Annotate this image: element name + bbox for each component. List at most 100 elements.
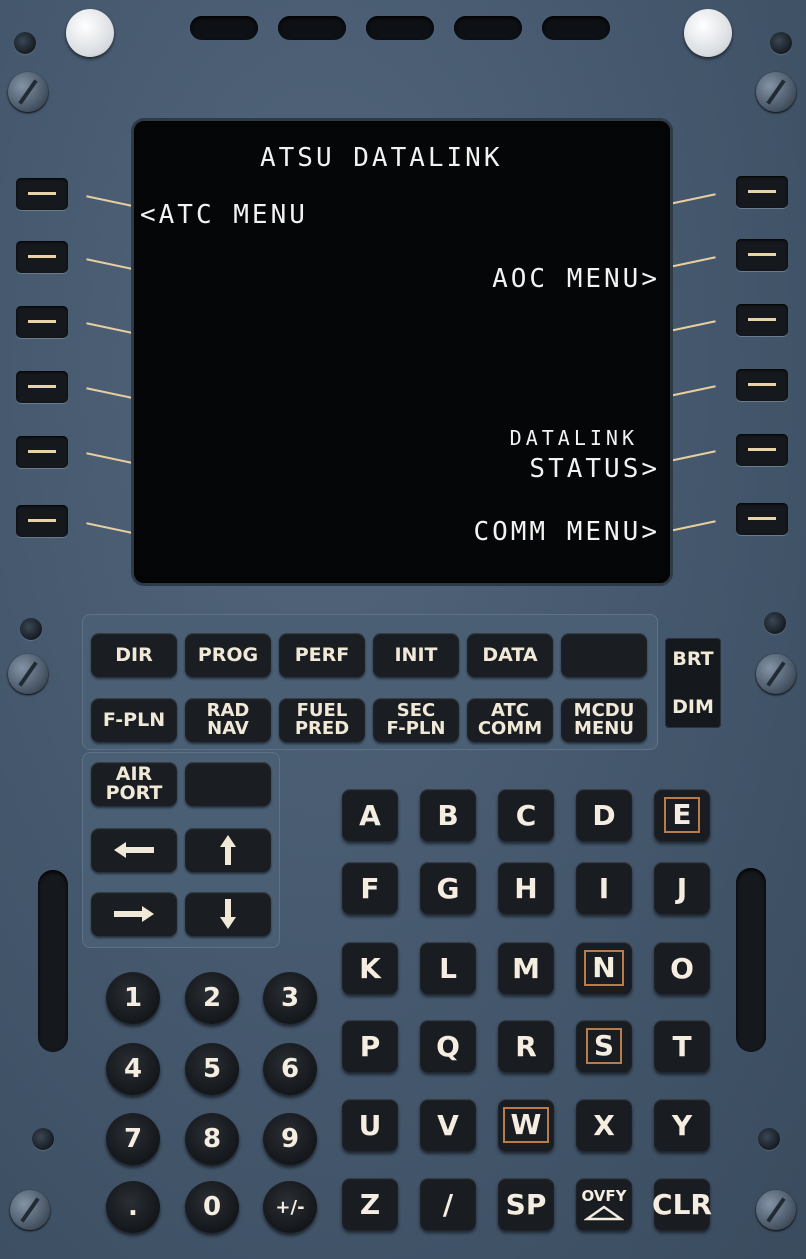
key-i[interactable]: I — [576, 862, 632, 914]
screw-icon — [756, 72, 796, 112]
key-3[interactable]: 3 — [263, 972, 317, 1024]
key-j[interactable]: J — [654, 862, 710, 914]
atc-comm-key[interactable]: ATC COMM — [467, 698, 553, 742]
key-slash[interactable]: / — [420, 1178, 476, 1230]
key-label-line2: MENU — [574, 718, 634, 739]
key-7[interactable]: 7 — [106, 1113, 160, 1165]
key-g[interactable]: G — [420, 862, 476, 914]
rad-nav-key[interactable]: RAD NAV — [185, 698, 271, 742]
key-8[interactable]: 8 — [185, 1113, 239, 1165]
lsk-3l[interactable] — [16, 306, 68, 338]
scroll-up-key[interactable] — [185, 828, 271, 872]
brightness-control: BRT DIM — [665, 638, 721, 728]
lsk-leader-line — [86, 258, 132, 270]
key-w[interactable]: W — [498, 1099, 554, 1151]
key-u[interactable]: U — [342, 1099, 398, 1151]
key-2[interactable]: 2 — [185, 972, 239, 1024]
screw-icon — [756, 654, 796, 694]
key-r[interactable]: R — [498, 1020, 554, 1072]
key-ovfy[interactable]: OVFY — [576, 1178, 632, 1230]
datalink-label: DATALINK — [509, 426, 638, 450]
lsk-2r[interactable] — [736, 239, 788, 271]
key-z[interactable]: Z — [342, 1178, 398, 1230]
key-t[interactable]: T — [654, 1020, 710, 1072]
sec-f-pln-key[interactable]: SEC F-PLN — [373, 698, 459, 742]
key-p[interactable]: P — [342, 1020, 398, 1072]
key-v[interactable]: V — [420, 1099, 476, 1151]
scroll-down-key[interactable] — [185, 892, 271, 936]
key-9[interactable]: 9 — [263, 1113, 317, 1165]
key-plus-minus[interactable]: +/- — [263, 1181, 317, 1233]
key-0[interactable]: 0 — [185, 1181, 239, 1233]
key-x[interactable]: X — [576, 1099, 632, 1151]
next-page-key[interactable] — [91, 892, 177, 936]
lsk-3r[interactable] — [736, 304, 788, 336]
light-sensor-left — [66, 9, 114, 57]
screw-icon — [10, 1190, 50, 1230]
key-q[interactable]: Q — [420, 1020, 476, 1072]
key-e[interactable]: E — [654, 789, 710, 841]
key-4[interactable]: 4 — [106, 1043, 160, 1095]
lsk-5r[interactable] — [736, 434, 788, 466]
f-pln-key[interactable]: F-PLN — [91, 698, 177, 742]
mcdu-menu-key[interactable]: MCDU MENU — [561, 698, 647, 742]
mcdu-display: ATSU DATALINK <ATC MENU AOC MENU> DATALI… — [134, 121, 670, 583]
right-rail — [736, 868, 766, 1052]
lsk-5l[interactable] — [16, 436, 68, 468]
key-y[interactable]: Y — [654, 1099, 710, 1151]
screw-icon — [8, 72, 48, 112]
key-label-line2: COMM — [477, 718, 543, 739]
prev-page-key[interactable] — [91, 828, 177, 872]
key-space[interactable]: SP — [498, 1178, 554, 1230]
rivet — [770, 32, 792, 54]
key-5[interactable]: 5 — [185, 1043, 239, 1095]
lsk-2l[interactable] — [16, 241, 68, 273]
fuel-pred-key[interactable]: FUEL PRED — [279, 698, 365, 742]
lsk-1l[interactable] — [16, 178, 68, 210]
key-h[interactable]: H — [498, 862, 554, 914]
blank-nav-key[interactable] — [185, 762, 271, 806]
arrow-right-icon — [114, 906, 154, 922]
key-m[interactable]: M — [498, 942, 554, 994]
data-key[interactable]: DATA — [467, 633, 553, 677]
lsk-4l[interactable] — [16, 371, 68, 403]
lsk-leader-line — [86, 387, 132, 399]
blank-key[interactable] — [561, 633, 647, 677]
init-key[interactable]: INIT — [373, 633, 459, 677]
key-w-label: W — [502, 1107, 550, 1143]
annunciator-slot — [454, 16, 522, 40]
key-1[interactable]: 1 — [106, 972, 160, 1024]
comm-menu-label: COMM MENU> — [473, 517, 660, 547]
brt-button[interactable]: BRT — [665, 648, 721, 670]
arrow-left-icon — [114, 842, 154, 858]
lsk-6r[interactable] — [736, 503, 788, 535]
key-s[interactable]: S — [576, 1020, 632, 1072]
airport-key[interactable]: AIR PORT — [91, 762, 177, 806]
key-k[interactable]: K — [342, 942, 398, 994]
key-c[interactable]: C — [498, 789, 554, 841]
prog-key[interactable]: PROG — [185, 633, 271, 677]
light-sensor-right — [684, 9, 732, 57]
lsk-6l[interactable] — [16, 505, 68, 537]
perf-key[interactable]: PERF — [279, 633, 365, 677]
key-a[interactable]: A — [342, 789, 398, 841]
rivet — [764, 612, 786, 634]
key-b[interactable]: B — [420, 789, 476, 841]
key-o[interactable]: O — [654, 942, 710, 994]
lsk-1r[interactable] — [736, 176, 788, 208]
key-l[interactable]: L — [420, 942, 476, 994]
dir-key[interactable]: DIR — [91, 633, 177, 677]
key-f[interactable]: F — [342, 862, 398, 914]
key-decimal[interactable]: . — [106, 1181, 160, 1233]
lsk-4r[interactable] — [736, 369, 788, 401]
key-6[interactable]: 6 — [263, 1043, 317, 1095]
lsk-leader-line — [86, 195, 132, 207]
lsk-leader-line — [670, 385, 716, 397]
key-n-label: N — [584, 950, 624, 986]
key-label-line2: PORT — [105, 782, 163, 804]
key-d[interactable]: D — [576, 789, 632, 841]
key-n[interactable]: N — [576, 942, 632, 994]
rivet — [32, 1128, 54, 1150]
key-clr[interactable]: CLR — [652, 1178, 712, 1230]
dim-button[interactable]: DIM — [665, 696, 721, 718]
